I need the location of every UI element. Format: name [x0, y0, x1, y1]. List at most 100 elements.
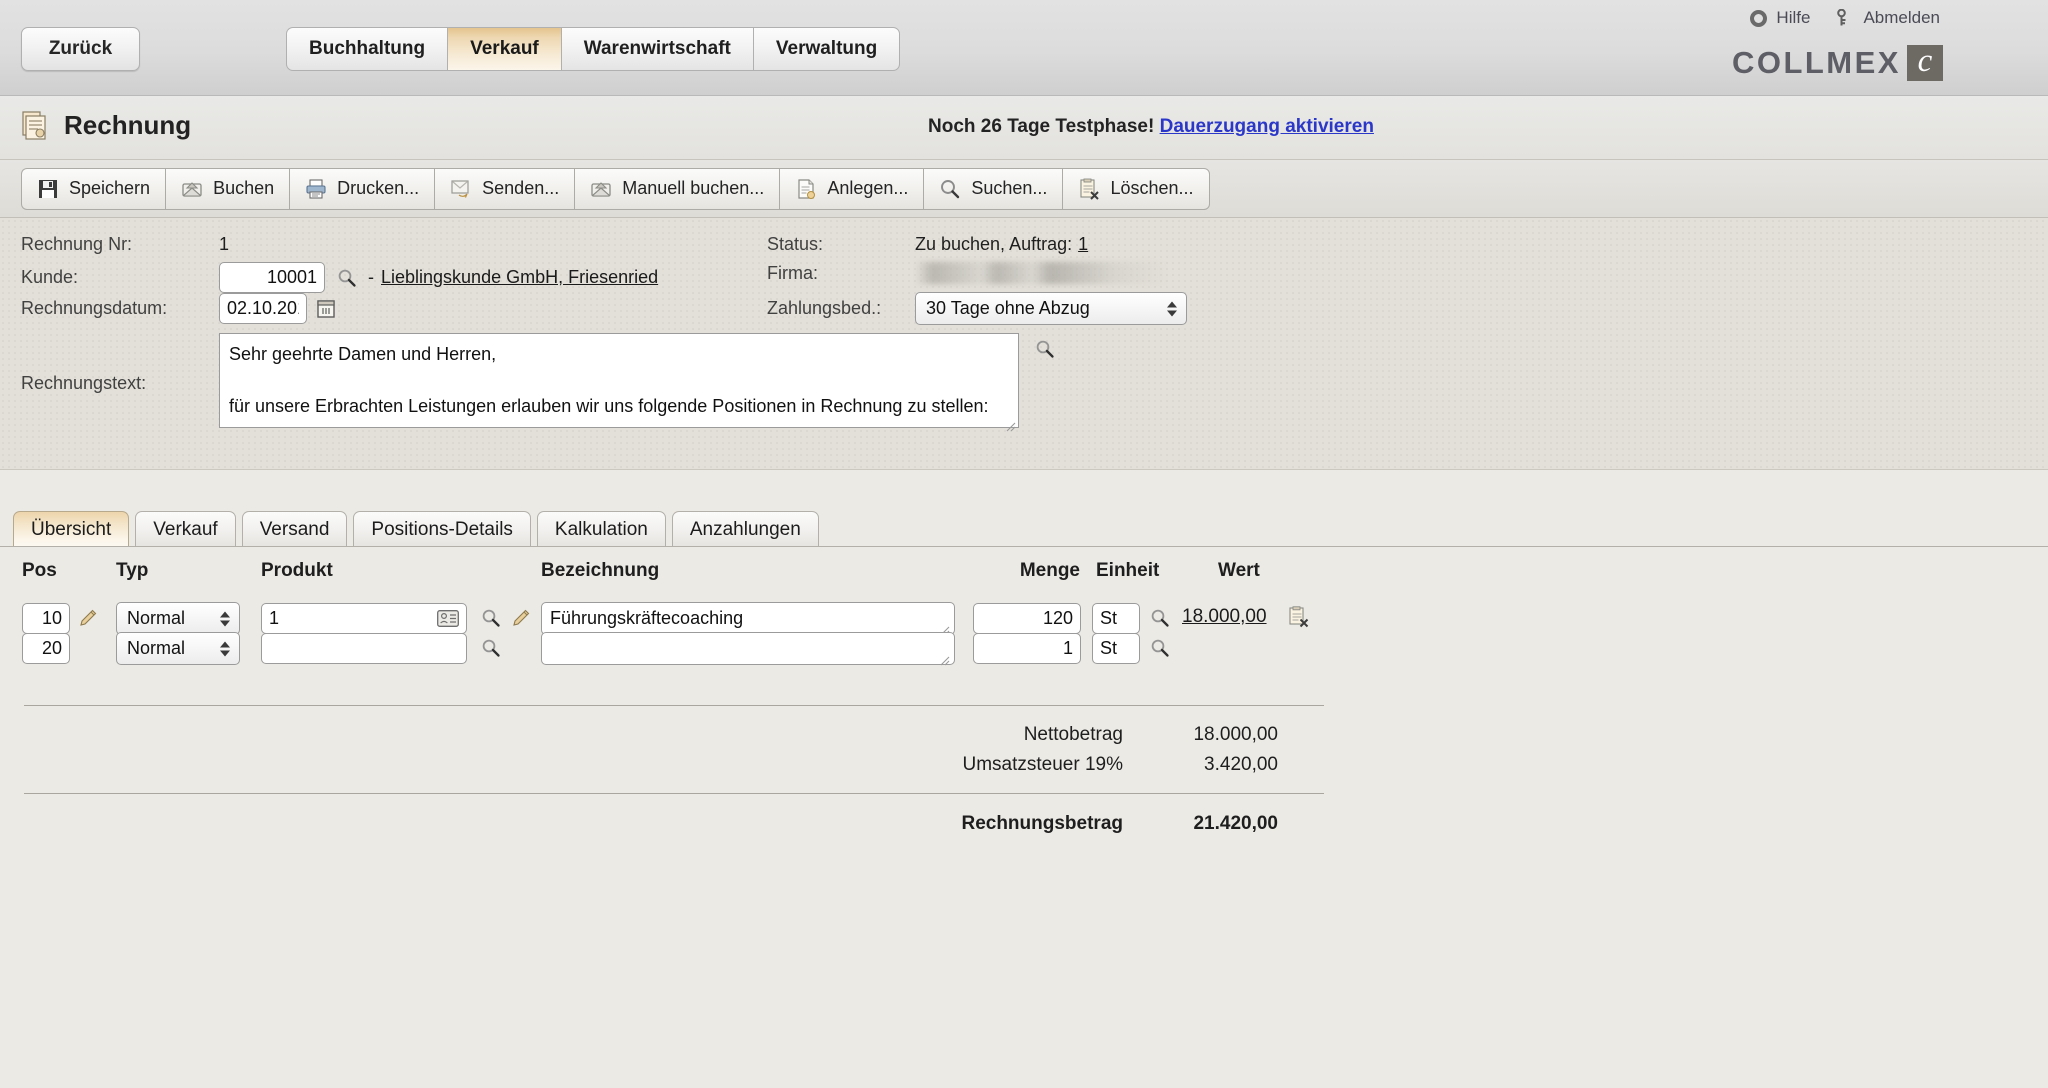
row-pos-input[interactable] — [22, 633, 70, 664]
invoice-text-label: Rechnungstext: — [21, 372, 147, 393]
activate-permanent-access-link[interactable]: Dauerzugang aktivieren — [1160, 116, 1374, 137]
column-header-wert: Wert — [1218, 560, 1260, 581]
customer-separator: - — [368, 267, 374, 287]
row-product-search-icon[interactable] — [481, 608, 501, 628]
module-tab-verkauf[interactable]: Verkauf — [447, 27, 561, 71]
send-mail-icon — [450, 178, 472, 200]
invoice-date-input[interactable] — [219, 293, 307, 324]
search-button[interactable]: Suchen... — [923, 167, 1063, 210]
row-product-input[interactable] — [261, 633, 467, 664]
module-tab-buchhaltung[interactable]: Buchhaltung — [286, 27, 448, 71]
save-label: Speichern — [69, 178, 151, 198]
row-type-select[interactable]: Normal — [116, 602, 240, 635]
key-icon — [1836, 8, 1854, 27]
row-unit-input[interactable] — [1092, 633, 1140, 664]
tab-versand[interactable]: Versand — [241, 511, 348, 547]
stepper-arrows-icon — [220, 611, 230, 626]
trial-notice: Noch 26 Tage Testphase! Dauerzugang akti… — [928, 116, 1374, 138]
tab-uebersicht[interactable]: Übersicht — [13, 511, 130, 547]
invoice-text-textarea[interactable] — [219, 333, 1019, 428]
field-status: Status: Zu buchen, Auftrag: 1 — [767, 234, 1088, 255]
module-navigation: Buchhaltung Verkauf Warenwirtschaft Verw… — [286, 27, 901, 71]
row-unit-search-icon[interactable] — [1150, 608, 1170, 628]
module-tab-warenwirtschaft[interactable]: Warenwirtschaft — [560, 27, 753, 71]
help-label: Hilfe — [1776, 8, 1811, 27]
net-amount-label: Nettobetrag — [1023, 724, 1123, 745]
customer-name-link[interactable]: Lieblingskunde GmbH, Friesenried — [381, 267, 658, 288]
post-label: Buchen — [213, 178, 275, 198]
create-button[interactable]: Anlegen... — [779, 167, 924, 210]
invoice-number-label: Rechnung Nr: — [21, 234, 133, 254]
field-payment-terms: Zahlungsbed.: 30 Tage ohne Abzug — [767, 292, 1187, 325]
logo-wordmark: COLLMEX — [1731, 45, 1901, 80]
print-button[interactable]: Drucken... — [289, 167, 435, 210]
row-description-textarea[interactable] — [541, 632, 955, 665]
back-button[interactable]: Zurück — [21, 27, 140, 71]
row-pos-input[interactable] — [22, 603, 70, 634]
detail-tabs: Übersicht Verkauf Versand Positions-Deta… — [0, 510, 2048, 547]
row-delete-icon[interactable] — [1288, 606, 1310, 628]
calendar-icon[interactable] — [316, 299, 336, 319]
delete-label: Löschen... — [1110, 178, 1194, 198]
new-document-icon — [795, 178, 817, 200]
invoice-header-form: Rechnung Nr: 1 Kunde: - Lieblingskunde G… — [0, 218, 2048, 470]
logout-link[interactable]: Abmelden — [1836, 8, 1940, 28]
send-button[interactable]: Senden... — [434, 167, 575, 210]
row-pos-edit-pencil-icon[interactable] — [78, 608, 98, 628]
manual-post-button[interactable]: Manuell buchen... — [574, 167, 780, 210]
trial-text: Noch 26 Tage Testphase! — [928, 116, 1155, 137]
customer-search-icon[interactable] — [337, 268, 357, 288]
status-order-link[interactable]: 1 — [1078, 234, 1088, 255]
help-icon — [1750, 9, 1768, 27]
row-unit-input[interactable] — [1092, 603, 1140, 634]
contact-card-icon[interactable] — [437, 610, 459, 627]
row-product-search-icon[interactable] — [481, 638, 501, 658]
tab-verkauf[interactable]: Verkauf — [135, 511, 236, 547]
page-title-bar: Rechnung Noch 26 Tage Testphase! Dauerzu… — [0, 96, 2048, 160]
row-quantity-input[interactable] — [973, 633, 1081, 664]
create-label: Anlegen... — [827, 178, 909, 198]
printer-icon — [305, 178, 327, 200]
field-customer: Kunde: - Lieblingskunde GmbH, Friesenrie… — [21, 262, 658, 293]
column-header-produkt: Produkt — [261, 560, 333, 581]
row-unit-search-icon[interactable] — [1150, 638, 1170, 658]
divider-above-grand-total — [24, 793, 1324, 794]
row-quantity-input[interactable] — [973, 603, 1081, 634]
tab-anzahlungen[interactable]: Anzahlungen — [671, 511, 819, 547]
tab-kalkulation[interactable]: Kalkulation — [536, 511, 666, 547]
save-button[interactable]: Speichern — [21, 167, 166, 210]
customer-label: Kunde: — [21, 267, 79, 287]
field-invoice-date: Rechnungsdatum: — [21, 293, 336, 324]
positions-panel: Pos Typ Produkt Bezeichnung Menge Einhei… — [0, 546, 2048, 1088]
action-toolbar: Speichern Buchen Drucken... Senden... Ma… — [0, 160, 2048, 218]
print-label: Drucken... — [337, 178, 420, 198]
row-description-textarea[interactable] — [541, 602, 955, 635]
tab-positions-details[interactable]: Positions-Details — [353, 511, 531, 547]
column-header-pos: Pos — [22, 560, 57, 581]
post-button[interactable]: Buchen — [165, 167, 290, 210]
company-label: Firma: — [767, 262, 818, 283]
payment-terms-select[interactable]: 30 Tage ohne Abzug — [915, 292, 1187, 325]
customer-input[interactable] — [219, 262, 325, 293]
invoice-text-search-icon[interactable] — [1035, 339, 1055, 359]
stepper-arrows-icon — [220, 641, 230, 656]
column-header-menge: Menge — [1019, 560, 1080, 581]
table-row: Normal — [0, 632, 2048, 671]
vat-label: Umsatzsteuer 19% — [962, 754, 1123, 775]
logo-mark-letter: c — [1917, 42, 1933, 79]
row-type-value: Normal — [127, 608, 186, 628]
invoice-icon — [21, 110, 49, 141]
row-value-link[interactable]: 18.000,00 — [1182, 606, 1267, 628]
row-type-select[interactable]: Normal — [116, 632, 240, 665]
row-product-edit-pencil-icon[interactable] — [511, 608, 531, 628]
save-floppy-icon — [37, 178, 59, 200]
delete-button[interactable]: Löschen... — [1062, 167, 1210, 210]
status-value: Zu buchen, Auftrag: — [915, 234, 1073, 254]
search-icon — [939, 178, 961, 200]
module-tab-verwaltung[interactable]: Verwaltung — [752, 27, 901, 71]
field-invoice-text: Rechnungstext: — [21, 333, 1055, 433]
vat-value: 3.420,00 — [1204, 754, 1278, 775]
invoice-number-value: 1 — [219, 234, 230, 254]
help-link[interactable]: Hilfe — [1750, 8, 1810, 28]
row-type-value: Normal — [127, 638, 186, 658]
